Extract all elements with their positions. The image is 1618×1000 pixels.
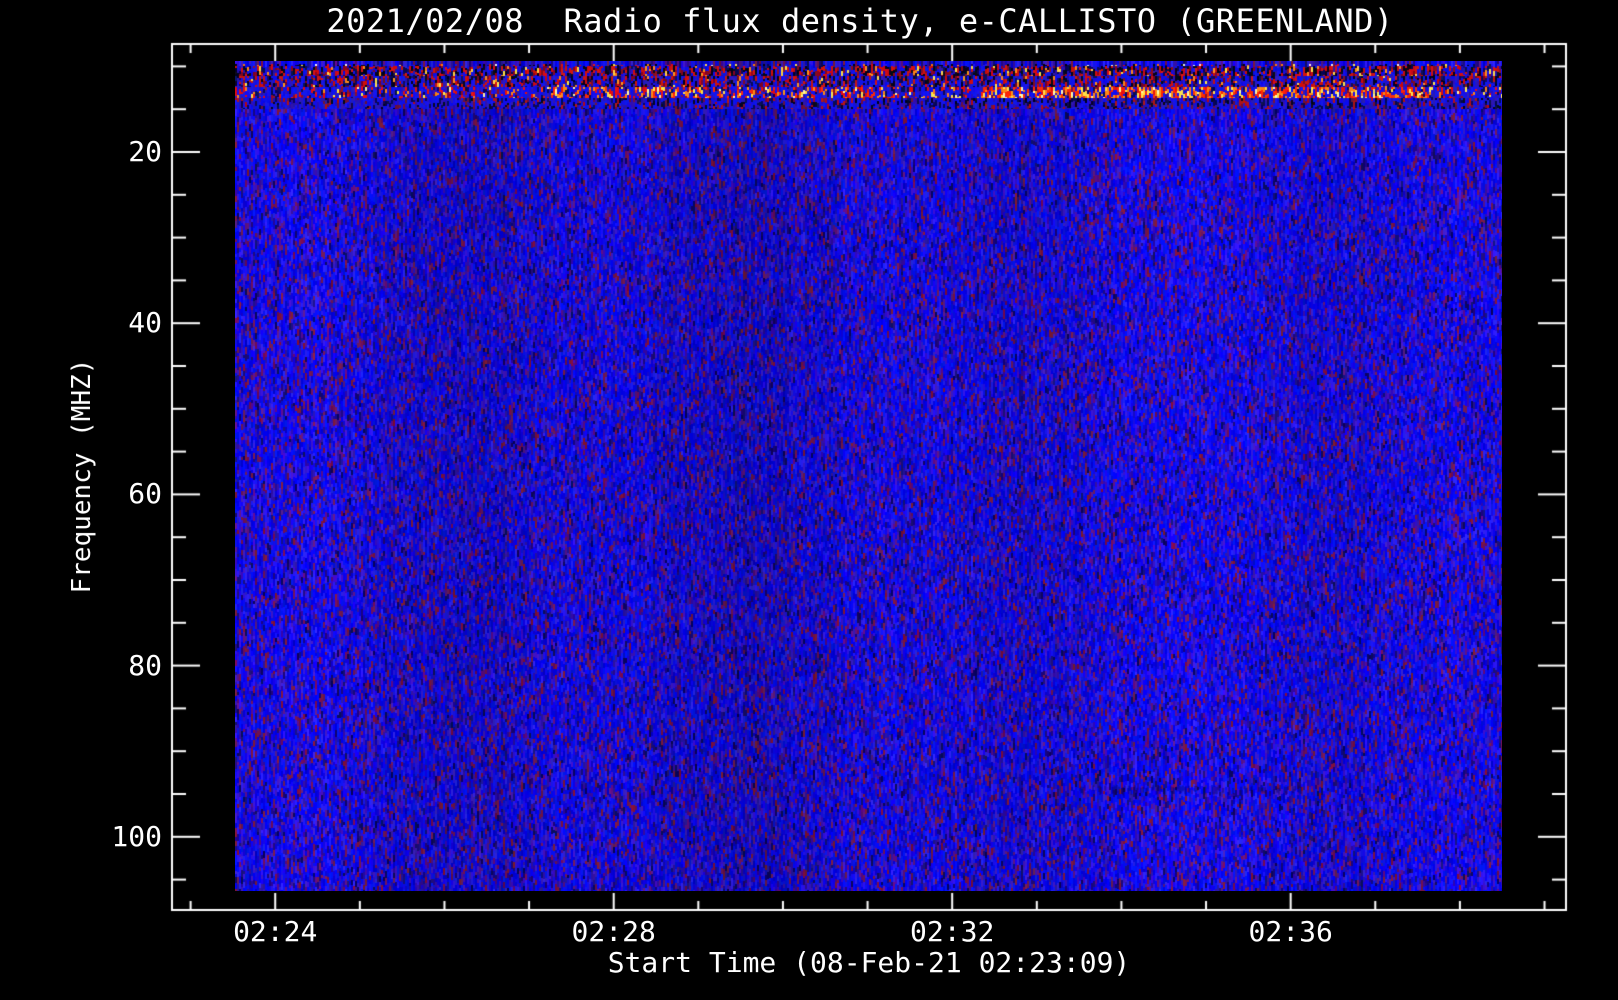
x-tick-label: 02:24 [233, 915, 318, 948]
y-tick-label: 100 [111, 819, 162, 853]
chart-title: 2021/02/08 Radio flux density, e-CALLIST… [326, 2, 1394, 40]
x-tick-label: 02:32 [910, 915, 995, 948]
y-tick-label: 80 [128, 648, 162, 682]
callisto-spectrogram-screen: 2021/02/08 Radio flux density, e-CALLIST… [0, 0, 1618, 1000]
y-tick-label: 60 [128, 477, 162, 511]
y-tick-label: 40 [128, 306, 162, 340]
x-axis-title: Start Time (08-Feb-21 02:23:09) [607, 946, 1131, 979]
y-tick-label: 20 [128, 134, 162, 168]
x-tick-label: 02:36 [1248, 915, 1333, 948]
plot-axes-frame [0, 0, 1618, 1000]
x-tick-label: 02:28 [571, 915, 656, 948]
y-axis-title: Frequency (MHZ) [67, 358, 97, 594]
